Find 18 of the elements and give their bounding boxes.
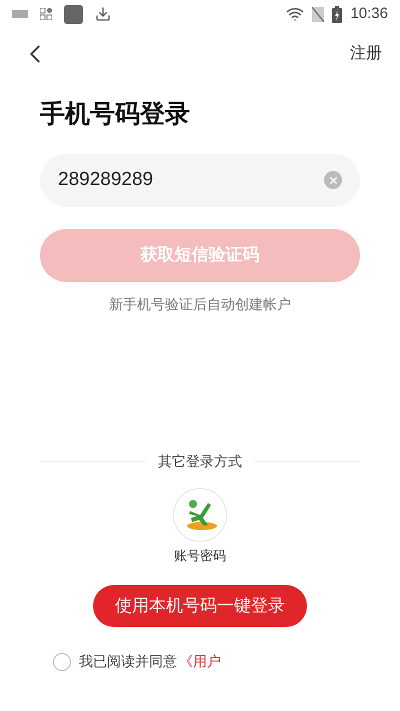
keyboard-icon bbox=[12, 9, 28, 19]
app-icon bbox=[64, 4, 83, 24]
agree-checkbox[interactable] bbox=[53, 652, 71, 670]
page-title: 手机号码登录 bbox=[40, 99, 191, 130]
clear-icon[interactable] bbox=[324, 171, 342, 189]
battery-icon bbox=[332, 6, 342, 22]
section-heading: 其它登录方式 bbox=[158, 452, 242, 470]
user-agreement-link[interactable]: 《用户 bbox=[179, 651, 221, 672]
apps-icon bbox=[40, 8, 52, 20]
clock-time: 10:36 bbox=[350, 4, 388, 24]
hint-text: 新手机号验证后自动创建帐户 bbox=[108, 294, 292, 314]
no-sim-icon bbox=[312, 6, 324, 22]
agreement-text: 我已阅读并同意 bbox=[79, 652, 177, 671]
wifi-icon bbox=[286, 5, 304, 23]
phone-input-field[interactable]: 289289289 bbox=[40, 154, 360, 206]
download-icon bbox=[95, 6, 111, 22]
register-link[interactable]: 注册 bbox=[350, 42, 382, 66]
one-click-login-button[interactable]: 使用本机号码一键登录 bbox=[93, 585, 307, 627]
